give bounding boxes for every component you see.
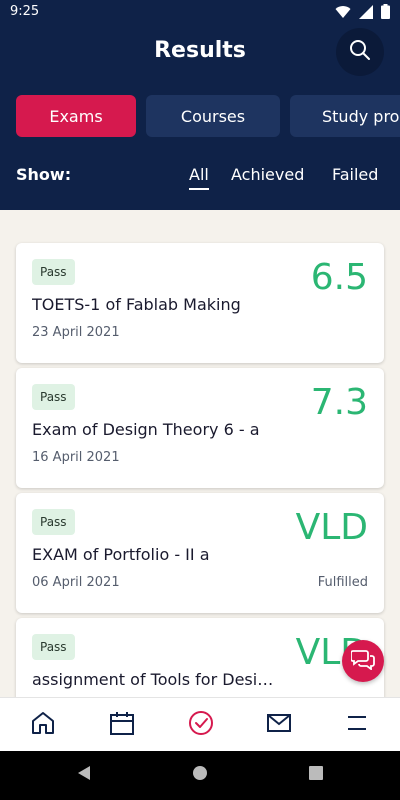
grade-value: VLD [295,507,368,548]
result-date: 23 April 2021 [32,325,120,340]
signal-icon [359,4,373,23]
nav-menu[interactable] [342,710,372,740]
result-date: 16 April 2021 [32,450,120,465]
status-badge: Pass [32,509,75,535]
recents-square-icon [308,765,324,785]
result-date: 06 April 2021 [32,575,120,590]
show-label: Show: [16,165,72,184]
status-badge: Pass [32,259,75,285]
header: Results Exams Courses Study pro Show: Al… [0,24,400,210]
nav-calendar[interactable] [107,710,137,740]
search-button[interactable] [336,28,384,76]
nav-home[interactable] [28,710,58,740]
menu-icon [346,713,368,737]
result-card[interactable]: Pass 7.3 Exam of Design Theory 6 - a 16 … [16,368,384,488]
chat-icon [350,648,375,674]
results-list[interactable]: Pass 6.5 TOETS-1 of Fablab Making 23 Apr… [0,210,400,697]
result-title: EXAM of Portfolio - II a [32,545,210,564]
status-badge: Pass [32,384,75,410]
bottom-navigation [0,697,400,751]
grade-value: 6.5 [310,257,368,298]
calendar-icon [109,710,135,740]
status-bar: 9:25 [0,0,400,24]
status-badge: Pass [32,634,75,660]
status-icons [335,4,390,23]
result-status: Fulfilled [317,575,368,590]
back-icon [76,765,92,785]
tab-bar: Exams Courses Study pro [16,95,400,137]
back-button[interactable] [74,765,94,785]
grade-value: 7.3 [310,382,368,423]
mail-icon [266,712,292,738]
wifi-icon [335,4,351,23]
result-card[interactable]: Pass VLD assignment of Tools for Desi… [16,618,384,697]
filter-achieved[interactable]: Achieved [231,165,304,184]
home-system-button[interactable] [190,765,210,785]
status-time: 9:25 [10,4,40,19]
tab-exams[interactable]: Exams [16,95,136,137]
result-title: assignment of Tools for Desi… [32,670,274,689]
nav-messages[interactable] [264,710,294,740]
filter-failed[interactable]: Failed [332,165,378,184]
result-title: Exam of Design Theory 6 - a [32,420,260,439]
results-check-icon [188,710,214,740]
recents-button[interactable] [306,765,326,785]
tab-courses[interactable]: Courses [146,95,280,137]
filter-selected-indicator [189,188,209,190]
tab-study-programme[interactable]: Study pro [290,95,400,137]
nav-results[interactable] [186,710,216,740]
system-navigation-bar [0,751,400,800]
filter-all[interactable]: All [189,165,209,184]
filter-row: Show: All Achieved Failed [16,164,386,190]
result-card[interactable]: Pass VLD EXAM of Portfolio - II a 06 Apr… [16,493,384,613]
result-card[interactable]: Pass 6.5 TOETS-1 of Fablab Making 23 Apr… [16,243,384,363]
chat-button[interactable] [342,640,384,682]
battery-icon [381,4,390,23]
home-circle-icon [192,765,208,785]
search-icon [349,39,371,65]
home-icon [30,710,56,740]
result-title: TOETS-1 of Fablab Making [32,295,241,314]
